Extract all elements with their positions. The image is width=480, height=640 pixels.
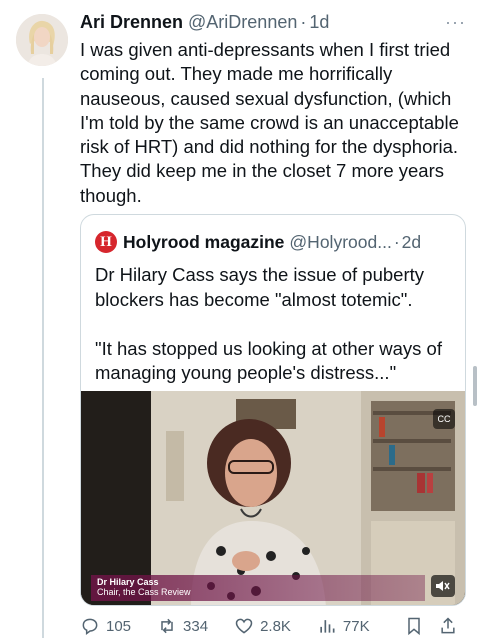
bookmark-button[interactable] [404, 616, 424, 636]
quote-text: Dr Hilary Cass says the issue of puberty… [95, 264, 442, 383]
quote-header: H Holyrood magazine @Holyrood... · 2d [95, 231, 455, 253]
author-avatar[interactable] [16, 14, 68, 66]
quoted-tweet[interactable]: H Holyrood magazine @Holyrood... · 2d Dr… [80, 214, 466, 606]
author-name[interactable]: Ari Drennen [80, 12, 183, 33]
views-button[interactable]: 77K [317, 616, 370, 636]
like-count: 2.8K [260, 617, 291, 635]
video-player[interactable]: CC Dr Hilary Cass Chair, the Cass Review [81, 391, 465, 605]
quote-time: 2d [401, 231, 422, 252]
author-handle[interactable]: @AriDrennen [188, 12, 297, 33]
tweet-header: Ari Drennen @AriDrennen · 1d [80, 10, 464, 34]
reply-icon [82, 618, 98, 635]
video-caption: Dr Hilary Cass Chair, the Cass Review [97, 577, 191, 597]
thread-line [42, 78, 44, 638]
repost-count: 334 [183, 617, 209, 635]
quote-author-handle: @Holyrood... [289, 231, 392, 252]
scrollbar[interactable] [473, 366, 477, 406]
tweet-text: I was given anti-depressants when I firs… [80, 39, 459, 206]
analytics-icon [320, 620, 335, 633]
reply-button[interactable]: 105 [80, 616, 131, 636]
video-frame [81, 391, 465, 605]
share-icon [441, 617, 455, 634]
caption-name: Dr Hilary Cass [97, 577, 159, 587]
speaker-muted-icon[interactable] [431, 575, 455, 597]
heart-icon [235, 618, 253, 634]
more-horizontal-icon[interactable]: ··· [445, 12, 466, 33]
captions-icon[interactable]: CC [433, 409, 455, 429]
separator-dot: · [300, 11, 307, 32]
like-button[interactable]: 2.8K [234, 616, 291, 636]
share-button[interactable] [438, 616, 458, 636]
action-bar: 105 334 2.8K 77K [80, 614, 470, 638]
tweet-time[interactable]: 1d [309, 12, 329, 33]
bookmark-icon [407, 617, 420, 636]
reply-count: 105 [106, 617, 132, 635]
avatar-image [16, 14, 68, 66]
quote-separator-dot: · [393, 231, 400, 252]
holyrood-logo-icon: H [95, 231, 117, 253]
caption-title: Chair, the Cass Review [97, 587, 191, 597]
view-count: 77K [342, 617, 370, 635]
repost-icon [161, 618, 173, 634]
quote-author-name: Holyrood magazine [123, 231, 285, 252]
repost-button[interactable]: 334 [157, 616, 208, 636]
